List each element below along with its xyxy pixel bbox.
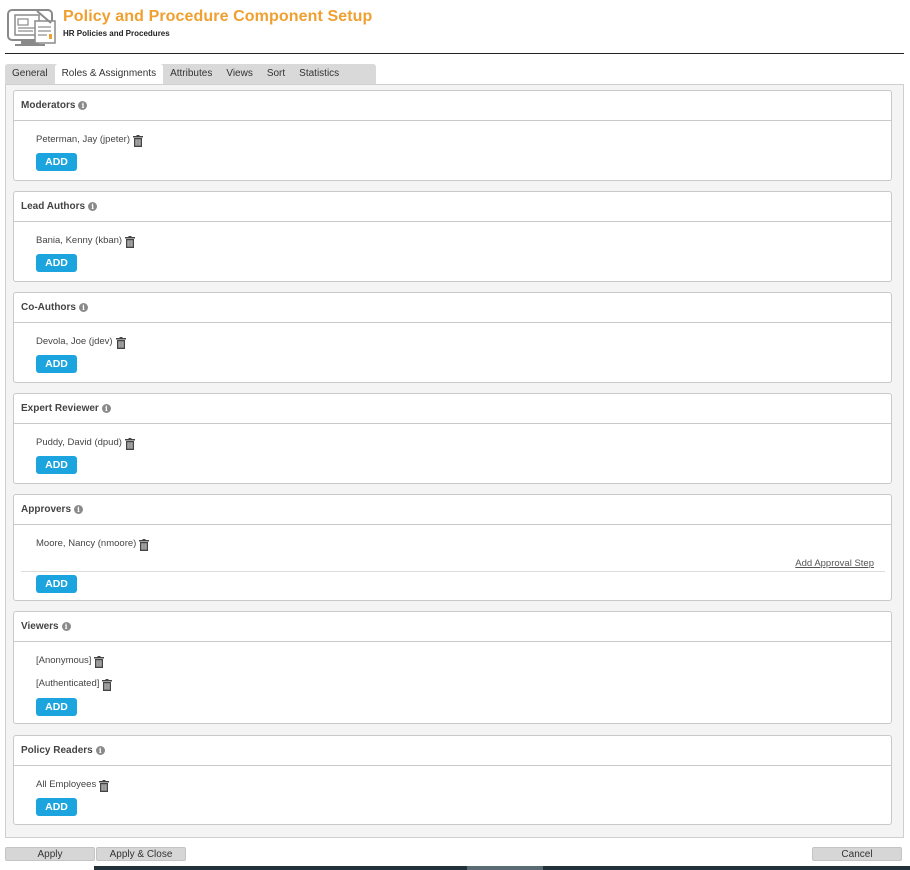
viewer-entry: [Anonymous]	[36, 654, 105, 668]
tab-general[interactable]: General	[5, 64, 55, 84]
add-co-author-button[interactable]: ADD	[36, 355, 77, 373]
trash-icon[interactable]	[139, 539, 150, 551]
moderators-title: Moderators	[21, 99, 76, 111]
tab-sort[interactable]: Sort	[260, 64, 292, 84]
info-icon[interactable]: i	[101, 404, 111, 413]
policy-readers-title: Policy Readers	[21, 744, 93, 756]
lead-authors-title: Lead Authors	[21, 200, 86, 212]
info-icon[interactable]: i	[95, 746, 105, 755]
add-viewer-button[interactable]: ADD	[36, 698, 77, 716]
apply-close-button[interactable]: Apply & Close	[96, 847, 186, 861]
member-name: [Anonymous]	[36, 654, 92, 666]
viewers-title: Viewers	[21, 620, 59, 632]
info-icon[interactable]: i	[79, 303, 88, 312]
moderators-header: Moderators i	[14, 91, 891, 121]
footer-bar: Apply Apply & Close Cancel	[0, 847, 910, 870]
expert-reviewer-panel: Expert Reviewer i Puddy, David (dpud) AD…	[13, 393, 892, 484]
member-name: Puddy, David (dpud)	[36, 436, 122, 448]
member-name: Peterman, Jay (jpeter)	[36, 133, 130, 145]
viewer-entry: [Authenticated]	[36, 677, 113, 691]
lead-author-entry: Bania, Kenny (kban)	[36, 234, 136, 248]
info-icon[interactable]: i	[61, 622, 71, 631]
roles-content-area: Moderators i Peterman, Jay (jpeter) ADD …	[5, 84, 904, 838]
taskbar-indicator	[467, 866, 543, 870]
add-approver-button[interactable]: ADD	[36, 575, 77, 593]
info-icon[interactable]: i	[88, 202, 98, 211]
co-authors-panel: Co-Authors i Devola, Joe (jdev) ADD	[13, 292, 892, 383]
tab-attributes[interactable]: Attributes	[163, 64, 219, 84]
info-icon[interactable]: i	[74, 505, 84, 514]
tab-statistics[interactable]: Statistics	[292, 64, 346, 84]
expert-reviewer-entry: Puddy, David (dpud)	[36, 436, 135, 450]
trash-icon[interactable]	[94, 656, 105, 668]
member-name: All Employees	[36, 778, 97, 790]
policy-reader-entry: All Employees	[36, 778, 110, 792]
trash-icon[interactable]	[125, 236, 136, 248]
trash-icon[interactable]	[124, 438, 135, 450]
apply-button[interactable]: Apply	[5, 847, 95, 861]
tab-bar: General Roles & Assignments Attributes V…	[5, 64, 376, 84]
co-authors-header: Co-Authors i	[14, 293, 891, 323]
add-policy-reader-button[interactable]: ADD	[36, 798, 77, 816]
page-subtitle: HR Policies and Procedures	[63, 29, 170, 38]
add-approval-step-link[interactable]: Add Approval Step	[795, 558, 874, 569]
trash-icon[interactable]	[102, 679, 113, 691]
approvers-header: Approvers i	[14, 495, 891, 525]
tab-roles-assignments[interactable]: Roles & Assignments	[54, 64, 164, 84]
expert-reviewer-header: Expert Reviewer i	[14, 394, 891, 424]
policy-readers-header: Policy Readers i	[14, 736, 891, 766]
tab-views[interactable]: Views	[219, 64, 260, 84]
trash-icon[interactable]	[132, 135, 143, 147]
approvers-title: Approvers	[21, 503, 72, 515]
approvers-divider	[21, 571, 885, 572]
co-author-entry: Devola, Joe (jdev)	[36, 335, 126, 349]
add-moderator-button[interactable]: ADD	[36, 153, 77, 171]
policy-readers-panel: Policy Readers i All Employees ADD	[13, 735, 892, 825]
lead-authors-header: Lead Authors i	[14, 192, 891, 222]
policy-document-icon	[7, 9, 56, 46]
viewers-header: Viewers i	[14, 612, 891, 642]
approvers-panel: Approvers i Moore, Nancy (nmoore) Add Ap…	[13, 494, 892, 601]
co-authors-title: Co-Authors	[21, 301, 76, 313]
header-divider	[5, 53, 904, 54]
viewers-panel: Viewers i [Anonymous] [Authenticated] AD…	[13, 611, 892, 724]
info-icon[interactable]: i	[78, 101, 88, 110]
trash-icon[interactable]	[115, 337, 126, 349]
member-name: [Authenticated]	[36, 677, 100, 689]
member-name: Moore, Nancy (nmoore)	[36, 537, 137, 549]
moderators-panel: Moderators i Peterman, Jay (jpeter) ADD	[13, 90, 892, 181]
member-name: Bania, Kenny (kban)	[36, 234, 123, 246]
approver-entry: Moore, Nancy (nmoore)	[36, 537, 150, 551]
add-expert-reviewer-button[interactable]: ADD	[36, 456, 77, 474]
moderator-entry: Peterman, Jay (jpeter)	[36, 133, 143, 147]
lead-authors-panel: Lead Authors i Bania, Kenny (kban) ADD	[13, 191, 892, 282]
cancel-button[interactable]: Cancel	[812, 847, 902, 861]
page-header: Policy and Procedure Component Setup HR …	[0, 0, 910, 55]
page-title: Policy and Procedure Component Setup	[63, 8, 373, 25]
trash-icon[interactable]	[99, 780, 110, 792]
add-lead-author-button[interactable]: ADD	[36, 254, 77, 272]
expert-reviewer-title: Expert Reviewer	[21, 402, 99, 414]
member-name: Devola, Joe (jdev)	[36, 335, 113, 347]
